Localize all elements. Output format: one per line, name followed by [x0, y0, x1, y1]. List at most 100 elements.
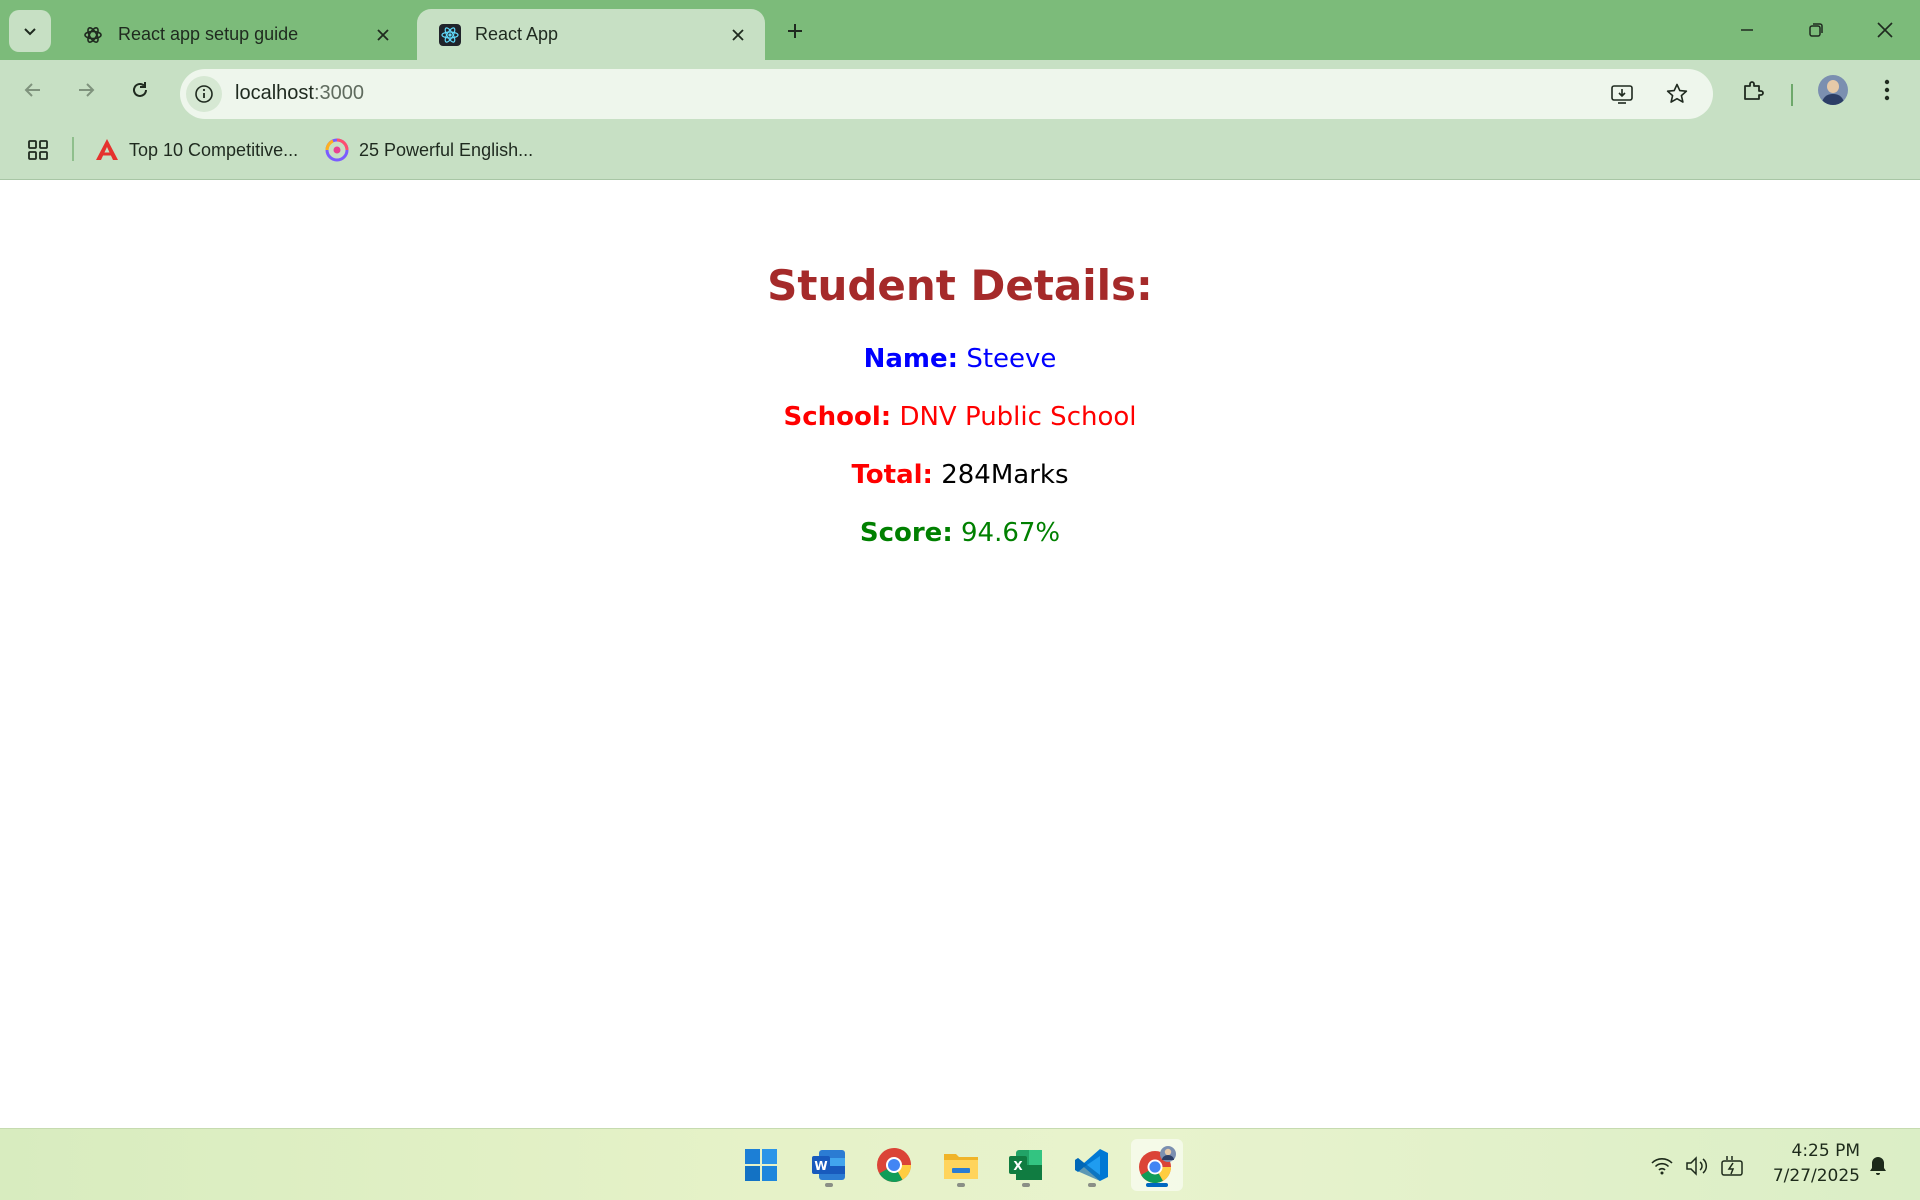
school-label: School:	[783, 402, 892, 432]
taskbar-chrome-profile[interactable]	[1131, 1139, 1183, 1191]
bookmark-item[interactable]: Top 10 Competitive...	[95, 134, 298, 166]
vscode-icon	[1075, 1149, 1108, 1181]
taskbar-file-explorer[interactable]	[935, 1139, 987, 1191]
taskbar-vscode[interactable]	[1066, 1139, 1118, 1191]
bookmark-label: Top 10 Competitive...	[129, 139, 299, 160]
colorful-logo-icon	[325, 138, 349, 162]
running-indicator	[957, 1183, 965, 1187]
plus-icon	[788, 24, 802, 38]
profile-button[interactable]	[1815, 72, 1851, 108]
running-indicator	[1146, 1183, 1168, 1187]
name-label: Name:	[863, 344, 959, 374]
puzzle-icon	[1744, 81, 1764, 100]
taskbar: W X 4:25 PM 7/27/2025	[0, 1128, 1920, 1200]
wifi-button[interactable]	[1647, 1151, 1677, 1181]
bookmark-item[interactable]: 25 Powerful English...	[325, 134, 533, 166]
minimize-button[interactable]	[1724, 10, 1770, 50]
menu-button[interactable]	[1869, 72, 1905, 108]
name-row: Name: Steeve	[0, 344, 1920, 374]
taskbar-chrome[interactable]	[868, 1139, 920, 1191]
reload-button[interactable]	[122, 72, 158, 108]
toolbar-divider	[1791, 84, 1793, 106]
clock-time: 4:25 PM	[1791, 1141, 1861, 1161]
tab-title: React App	[475, 24, 559, 44]
bookmarks-bar: Top 10 Competitive... 25 Powerful Englis…	[0, 120, 1920, 180]
battery-charging-icon	[1721, 1156, 1743, 1176]
restore-icon	[1809, 23, 1823, 37]
tab-title: React app setup guide	[118, 24, 299, 44]
wifi-icon	[1651, 1158, 1673, 1175]
more-vertical-icon	[1884, 79, 1890, 101]
bookmark-star-button[interactable]	[1661, 78, 1693, 110]
arrow-left-icon	[24, 83, 40, 97]
score-label: Score:	[859, 518, 953, 548]
total-label: Total:	[851, 460, 933, 490]
svg-text:X: X	[1013, 1159, 1023, 1173]
running-indicator	[1022, 1183, 1030, 1187]
apps-button[interactable]	[24, 136, 52, 164]
total-row: Total: 284Marks	[0, 460, 1920, 490]
install-icon	[1611, 85, 1633, 104]
bookmark-label: 25 Powerful English...	[359, 139, 534, 160]
close-window-button[interactable]	[1862, 10, 1908, 50]
minimize-icon	[1741, 29, 1753, 31]
score-value: 94.67%	[960, 518, 1061, 548]
close-icon	[1877, 22, 1893, 38]
battery-button[interactable]	[1718, 1151, 1748, 1181]
notification-bell-icon	[1870, 1157, 1886, 1175]
back-button[interactable]	[15, 72, 51, 108]
start-icon	[745, 1149, 777, 1181]
name-value: Steeve	[966, 344, 1057, 374]
svg-text:W: W	[814, 1159, 827, 1173]
taskbar-excel[interactable]: X	[1000, 1139, 1052, 1191]
excel-icon: X	[1009, 1150, 1042, 1180]
address-bar[interactable]: localhost:3000	[180, 69, 1713, 119]
running-indicator	[825, 1183, 833, 1187]
score-row: Score: 94.67%	[0, 518, 1920, 548]
tab-react-app[interactable]: React App	[417, 9, 765, 60]
chevron-down-icon	[24, 28, 36, 36]
student-details: Student Details: Name: Steeve School: DN…	[0, 261, 1920, 576]
page-title: Student Details:	[767, 261, 1153, 310]
system-clock[interactable]: 4:25 PM 7/27/2025	[1760, 1139, 1860, 1189]
browser-toolbar: localhost:3000	[0, 60, 1920, 120]
info-icon	[195, 85, 213, 103]
school-row: School: DNV Public School	[0, 402, 1920, 432]
tab-strip: React app setup guide React App	[0, 0, 1920, 60]
start-button[interactable]	[735, 1139, 787, 1191]
react-icon	[439, 23, 461, 46]
close-icon[interactable]	[725, 22, 751, 48]
web-page: Student Details: Name: Steeve School: DN…	[0, 181, 1920, 1128]
total-value: 284Marks	[941, 460, 1069, 490]
openai-icon	[82, 24, 104, 46]
chrome-profile-icon	[1139, 1146, 1176, 1184]
avatar	[1818, 75, 1848, 105]
volume-button[interactable]	[1683, 1151, 1713, 1181]
word-icon: W	[812, 1150, 845, 1180]
url-text: localhost:3000	[235, 82, 364, 105]
taskbar-word[interactable]: W	[803, 1139, 855, 1191]
arrow-right-icon	[79, 83, 95, 97]
file-explorer-icon	[944, 1154, 978, 1179]
site-info-button[interactable]	[186, 76, 222, 112]
forward-button[interactable]	[68, 72, 104, 108]
new-tab-button[interactable]	[780, 16, 810, 46]
url-host: localhost	[235, 82, 314, 104]
notifications-button[interactable]	[1863, 1151, 1893, 1181]
apps-grid-icon	[28, 140, 48, 160]
volume-icon	[1686, 1156, 1708, 1176]
restore-button[interactable]	[1793, 10, 1839, 50]
close-icon[interactable]	[370, 22, 396, 48]
clock-date: 7/27/2025	[1772, 1166, 1860, 1186]
chrome-icon	[877, 1148, 911, 1182]
tab-react-app-setup-guide[interactable]: React app setup guide	[60, 9, 410, 60]
reload-icon	[133, 82, 147, 97]
bookmarks-separator	[72, 137, 74, 161]
school-value: DNV Public School	[899, 402, 1137, 432]
extensions-button[interactable]	[1735, 72, 1771, 108]
url-port: :3000	[313, 82, 364, 104]
red-a-logo-icon	[95, 138, 119, 162]
install-app-button[interactable]	[1606, 78, 1638, 110]
tab-search-button[interactable]	[9, 10, 51, 52]
running-indicator	[1088, 1183, 1096, 1187]
